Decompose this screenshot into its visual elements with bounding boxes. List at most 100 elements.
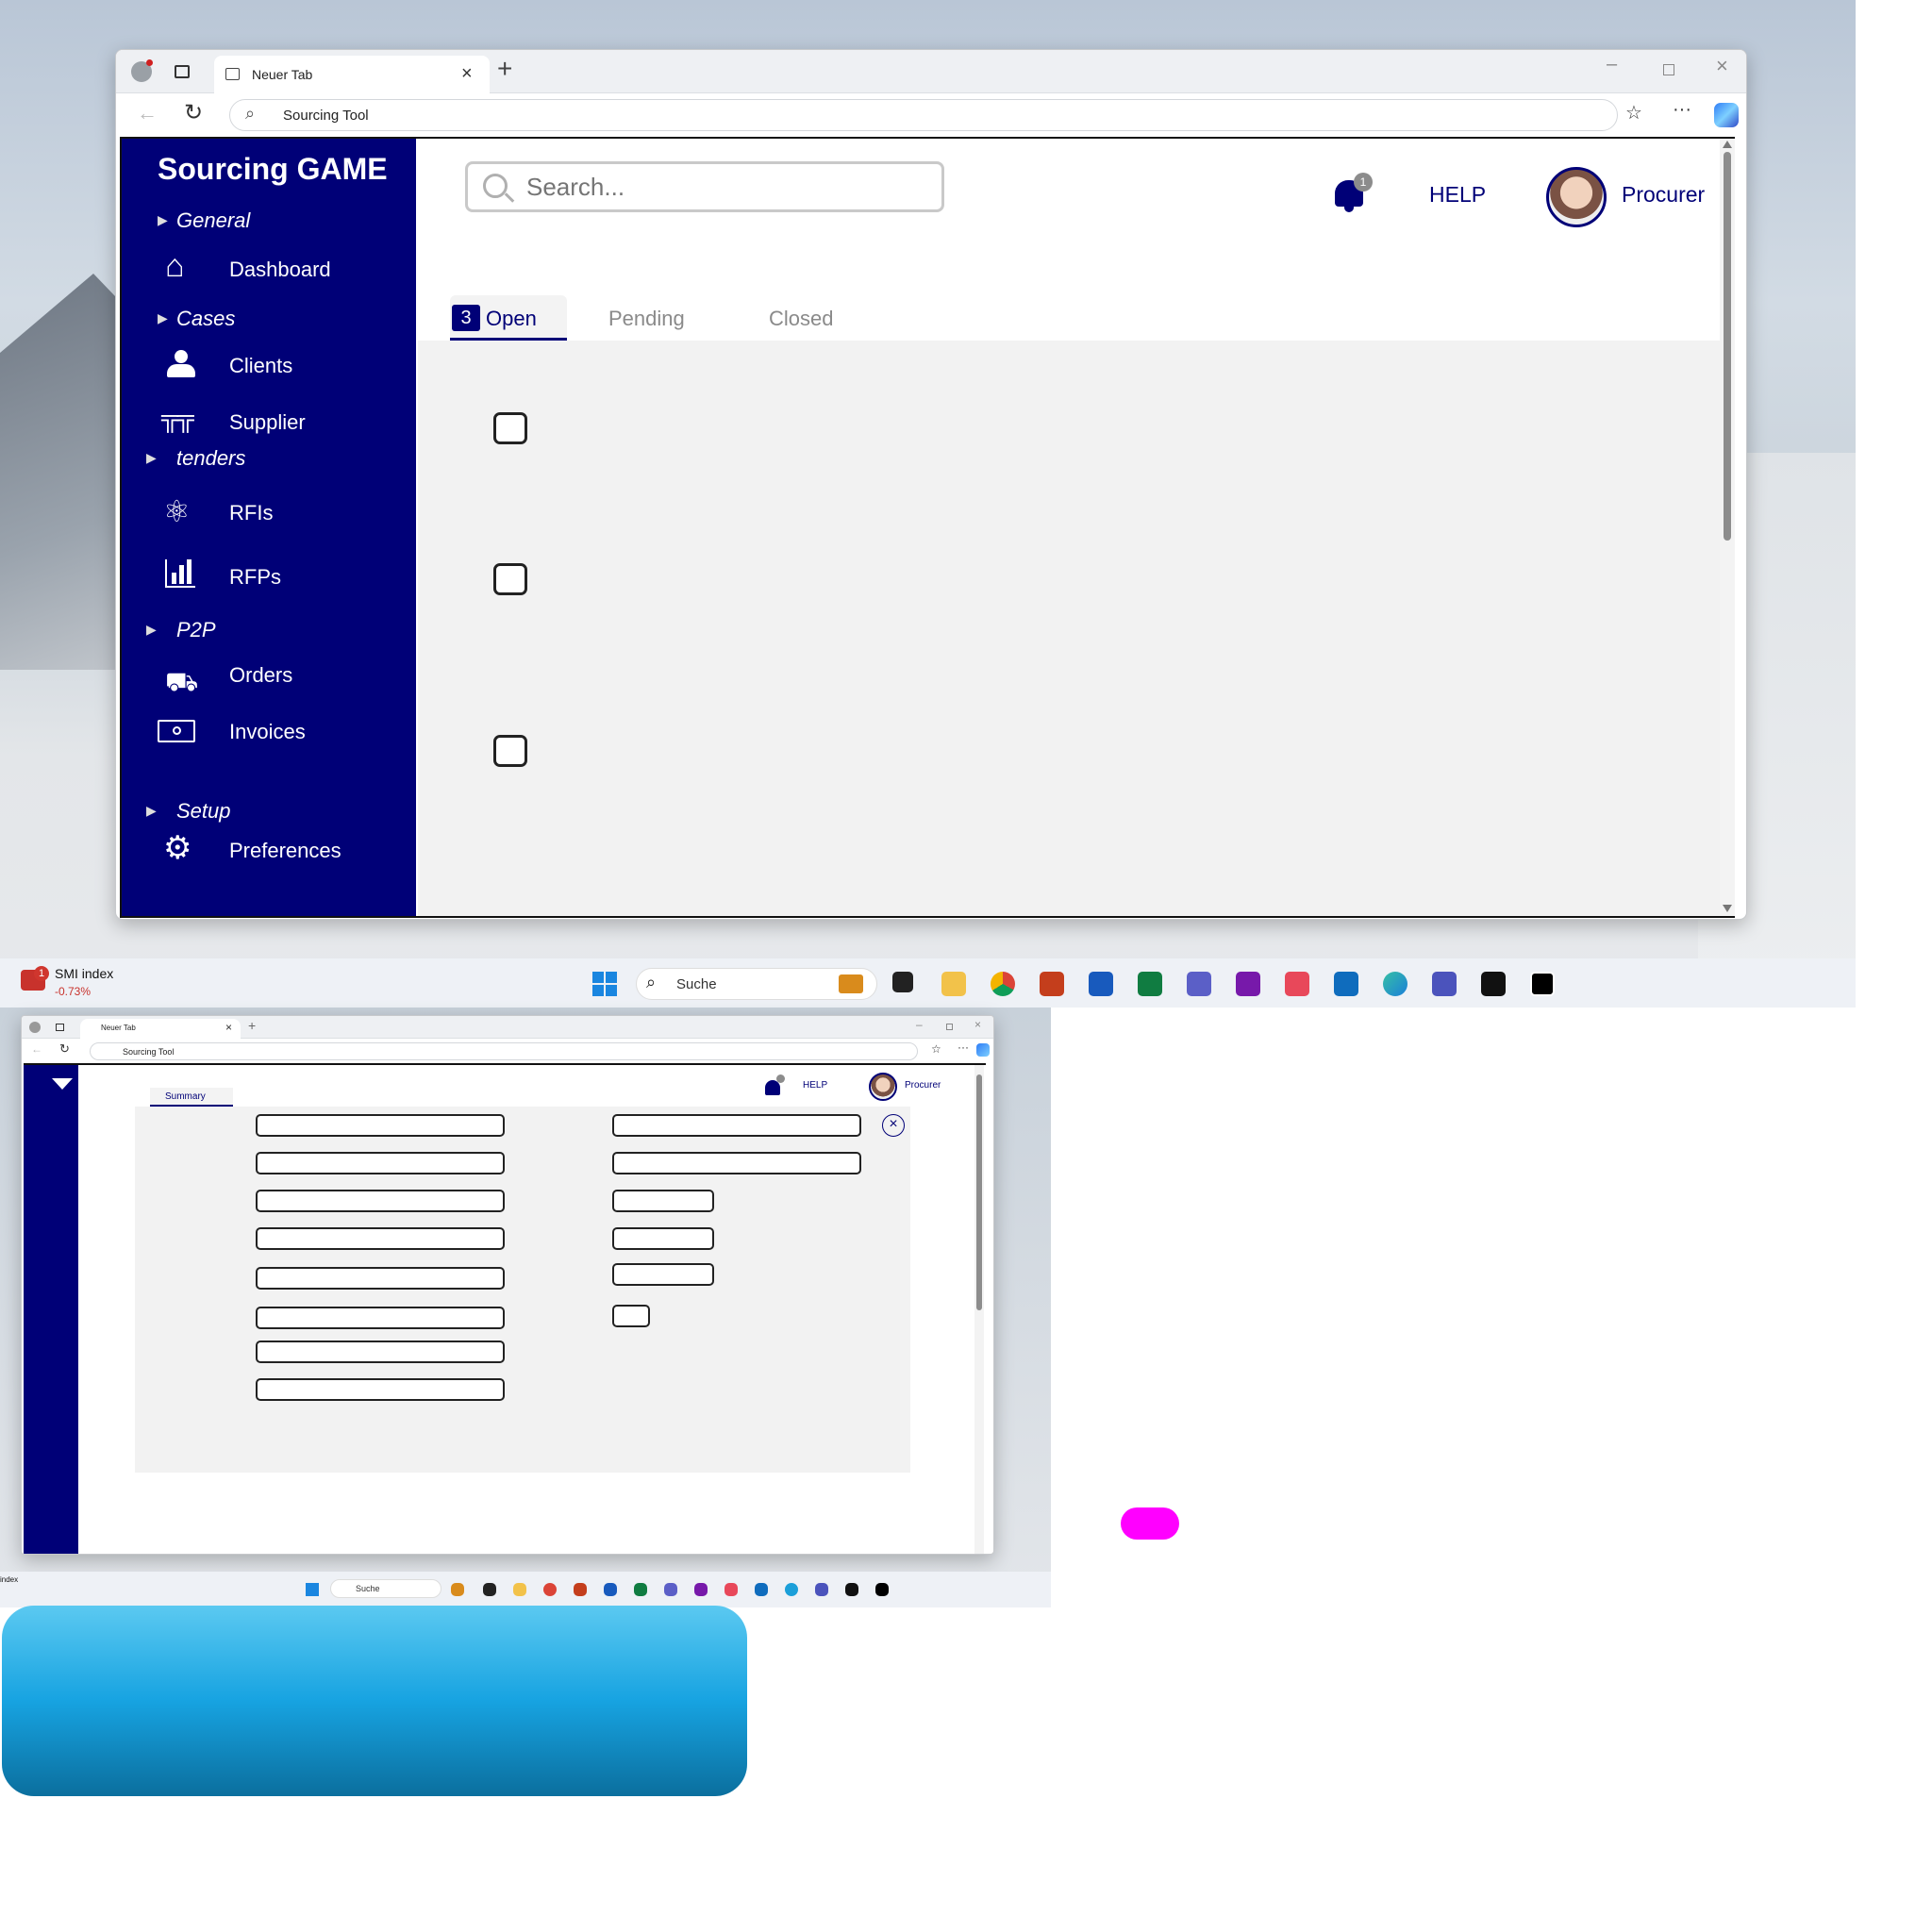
mini-new-tab-icon[interactable]: + bbox=[248, 1018, 256, 1033]
general-expand-icon[interactable]: ▶ bbox=[158, 212, 168, 228]
mini-task-view-icon[interactable] bbox=[483, 1583, 496, 1596]
outlook-icon[interactable] bbox=[1334, 972, 1358, 996]
mini-close-tab-icon[interactable]: × bbox=[225, 1021, 232, 1034]
mini-more-icon[interactable]: ··· bbox=[958, 1041, 969, 1054]
tab-open[interactable]: 3 Open bbox=[450, 295, 567, 341]
mini-outlook-icon[interactable] bbox=[755, 1583, 768, 1596]
chrome-icon[interactable] bbox=[991, 972, 1015, 996]
form-field[interactable] bbox=[612, 1227, 714, 1250]
mini-taskbar-search[interactable]: Suche bbox=[330, 1579, 441, 1598]
mini-address-bar[interactable]: Sourcing Tool bbox=[90, 1042, 918, 1060]
mini-webex-icon[interactable] bbox=[845, 1583, 858, 1596]
teams-icon[interactable] bbox=[1187, 972, 1211, 996]
help-link[interactable]: HELP bbox=[1429, 182, 1486, 208]
mini-help-link[interactable]: HELP bbox=[803, 1080, 827, 1091]
mini-copilot-icon[interactable] bbox=[976, 1043, 990, 1057]
tab-summary[interactable]: Summary bbox=[150, 1088, 233, 1107]
sidebar-item-orders[interactable]: ⛟ Orders bbox=[158, 661, 403, 703]
case-checkbox[interactable] bbox=[493, 735, 527, 767]
setup-expand-icon[interactable]: ▶ bbox=[146, 803, 157, 819]
case-checkbox[interactable] bbox=[493, 412, 527, 444]
mini-user-name[interactable]: Procurer bbox=[905, 1080, 941, 1091]
sidebar-item-rfis[interactable]: ⚛ RFIs bbox=[158, 494, 403, 533]
form-field[interactable] bbox=[612, 1152, 861, 1174]
form-field[interactable] bbox=[256, 1341, 505, 1363]
search-input[interactable] bbox=[526, 170, 923, 204]
scroll-thumb[interactable] bbox=[1724, 152, 1731, 541]
section-tenders[interactable]: tenders bbox=[176, 446, 245, 471]
windows-start-icon[interactable] bbox=[592, 972, 617, 996]
form-field[interactable] bbox=[612, 1305, 650, 1327]
section-cases[interactable]: Cases bbox=[176, 307, 235, 331]
file-explorer-icon[interactable] bbox=[941, 972, 966, 996]
copilot-icon[interactable] bbox=[1714, 103, 1739, 127]
more-icon[interactable]: ··· bbox=[1673, 99, 1691, 121]
widget-title[interactable]: SMI index bbox=[55, 966, 113, 981]
mini-powerpoint-icon[interactable] bbox=[574, 1583, 587, 1596]
form-field[interactable] bbox=[256, 1152, 505, 1174]
word-icon[interactable] bbox=[1089, 972, 1113, 996]
sidebar-item-supplier[interactable]: ╦╦ Supplier bbox=[158, 403, 403, 441]
form-field[interactable] bbox=[612, 1114, 861, 1137]
p2p-expand-icon[interactable]: ▶ bbox=[146, 622, 157, 638]
mini-onenote-icon[interactable] bbox=[694, 1583, 708, 1596]
sidebar-item-invoices[interactable]: Invoices bbox=[158, 714, 403, 752]
excel-icon[interactable] bbox=[1138, 972, 1162, 996]
maximize-icon[interactable] bbox=[1663, 64, 1674, 75]
form-field[interactable] bbox=[256, 1227, 505, 1250]
sidebar-item-rfps[interactable]: RFPs bbox=[158, 558, 403, 595]
tab-pending[interactable]: Pending bbox=[608, 307, 685, 331]
mini-excel-icon[interactable] bbox=[634, 1583, 647, 1596]
sidebar-item-clients[interactable]: Clients bbox=[158, 348, 403, 386]
tenders-expand-icon[interactable]: ▶ bbox=[146, 450, 157, 466]
teams-alt-icon[interactable] bbox=[1432, 972, 1457, 996]
section-setup[interactable]: Setup bbox=[176, 799, 231, 824]
form-field[interactable] bbox=[256, 1307, 505, 1329]
form-field[interactable] bbox=[612, 1190, 714, 1212]
webex-icon[interactable] bbox=[1481, 972, 1506, 996]
scrollbar[interactable] bbox=[1720, 139, 1735, 916]
minimize-icon[interactable]: – bbox=[1607, 54, 1617, 75]
new-tab-icon[interactable]: + bbox=[497, 54, 512, 84]
search-box[interactable] bbox=[465, 161, 944, 212]
mini-app-icon[interactable] bbox=[875, 1583, 889, 1596]
mini-teams-alt-icon[interactable] bbox=[815, 1583, 828, 1596]
close-window-icon[interactable]: × bbox=[1716, 54, 1728, 78]
edge-icon[interactable] bbox=[1383, 972, 1407, 996]
form-field[interactable] bbox=[612, 1263, 714, 1286]
mini-profile-icon[interactable] bbox=[29, 1022, 41, 1033]
case-checkbox[interactable] bbox=[493, 563, 527, 595]
mini-close-window-icon[interactable]: × bbox=[974, 1018, 981, 1031]
favorites-icon[interactable]: ☆ bbox=[1625, 101, 1642, 125]
mini-snipping-tool-icon[interactable] bbox=[724, 1583, 738, 1596]
notification-bell[interactable]: 1 bbox=[1331, 173, 1373, 214]
mini-windows-start-icon[interactable] bbox=[306, 1583, 319, 1596]
powerpoint-icon[interactable] bbox=[1040, 972, 1064, 996]
browser-tab[interactable]: Neuer Tab × bbox=[214, 56, 490, 93]
collapse-icon[interactable] bbox=[52, 1078, 73, 1090]
form-field[interactable] bbox=[256, 1378, 505, 1401]
sidebar-item-preferences[interactable]: ⚙ Preferences bbox=[158, 830, 403, 871]
section-p2p[interactable]: P2P bbox=[176, 618, 216, 642]
tab-actions-icon[interactable] bbox=[175, 65, 190, 78]
scroll-down-icon[interactable] bbox=[1723, 905, 1732, 912]
mini-chrome-icon[interactable] bbox=[543, 1583, 557, 1596]
taskbar-search[interactable]: ⌕ Suche bbox=[636, 968, 877, 1000]
mini-favorites-icon[interactable]: ☆ bbox=[931, 1042, 941, 1056]
form-field[interactable] bbox=[256, 1114, 505, 1137]
section-general[interactable]: General bbox=[176, 208, 250, 233]
task-view-icon[interactable] bbox=[892, 972, 913, 992]
mini-word-icon[interactable] bbox=[604, 1583, 617, 1596]
mini-briefcase-icon[interactable] bbox=[451, 1583, 464, 1596]
mini-widget-title[interactable]: index bbox=[0, 1575, 18, 1584]
mini-minimize-icon[interactable]: – bbox=[916, 1018, 923, 1031]
address-bar[interactable]: ⌕ Sourcing Tool bbox=[229, 99, 1618, 131]
back-icon[interactable]: ← bbox=[137, 101, 158, 125]
onenote-icon[interactable] bbox=[1236, 972, 1260, 996]
mini-edge-icon[interactable] bbox=[785, 1583, 798, 1596]
mini-browser-tab[interactable]: Neuer Tab × bbox=[80, 1019, 241, 1039]
mini-back-icon[interactable]: ← bbox=[31, 1042, 42, 1056]
scroll-up-icon[interactable] bbox=[1723, 141, 1732, 148]
form-field[interactable] bbox=[256, 1267, 505, 1290]
mini-scroll-thumb[interactable] bbox=[976, 1074, 982, 1310]
